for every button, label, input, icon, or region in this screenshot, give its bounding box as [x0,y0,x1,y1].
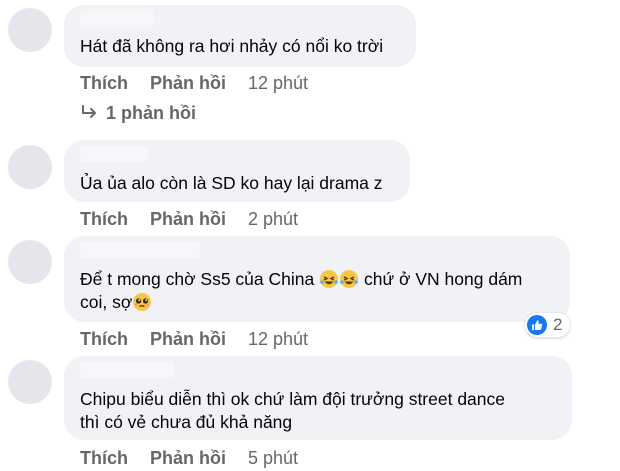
comment-actions: Thích Phản hồi 2 phút [80,207,298,231]
like-button[interactable]: Thích [80,71,128,95]
comment-actions: Thích Phản hồi 12 phút [80,71,308,95]
commenter-avatar[interactable] [8,145,52,189]
reaction-summary[interactable]: 2 [525,313,571,337]
like-reaction-icon [527,315,547,335]
like-button[interactable]: Thích [80,446,128,470]
comment-text-part: chứ ở VN hong dám [359,269,523,289]
comment-text-part: Để t mong chờ Ss5 của China [80,269,320,289]
commenter-name[interactable] [80,11,154,27]
like-button[interactable]: Thích [80,327,128,351]
comment-timestamp[interactable]: 12 phút [248,327,308,351]
comment-text-part: coi, sợ [80,292,133,312]
comment-text: Để t mong chờ Ss5 của China chứ ở VN hon… [80,268,522,314]
comment-bubble: Hát đã không ra hơi nhảy có nổi ko trời [64,5,416,67]
laughing-tears-emoji [340,270,359,288]
comment-bubble: Để t mong chờ Ss5 của China chứ ở VN hon… [64,236,570,322]
view-replies-label[interactable]: 1 phản hồi [106,103,196,124]
reply-button[interactable]: Phản hồi [150,446,226,470]
commenter-avatar[interactable] [8,8,52,52]
reply-button[interactable]: Phản hồi [150,207,226,231]
comment-actions: Thích Phản hồi 12 phút [80,327,308,351]
reply-button[interactable]: Phản hồi [150,71,226,95]
comment-actions: Thích Phản hồi 5 phút [80,446,298,470]
commenter-avatar[interactable] [8,240,52,284]
commenter-avatar[interactable] [8,360,52,404]
commenter-name[interactable] [80,362,174,378]
like-button[interactable]: Thích [80,207,128,231]
comment-bubble: Ủa ủa alo còn là SD ko hay lại drama z [64,140,410,202]
reply-arrow-icon [82,105,96,118]
reply-button[interactable]: Phản hồi [150,327,226,351]
comment-text: Ủa ủa alo còn là SD ko hay lại drama z [80,173,383,193]
pleading-face-emoji [133,293,152,311]
comment-timestamp[interactable]: 12 phút [248,71,308,95]
comment-text: Hát đã không ra hơi nhảy có nổi ko trời [80,36,384,56]
comment-timestamp[interactable]: 5 phút [248,446,298,470]
laughing-tears-emoji [320,270,339,288]
comment-timestamp[interactable]: 2 phút [248,207,298,231]
view-replies-link[interactable]: 1 phản hồi [80,101,196,125]
comment-bubble: Chipu biểu diễn thì ok chứ làm đội trưởn… [64,356,572,440]
comment-text: Chipu biểu diễn thì ok chứ làm đội trưởn… [80,389,505,432]
reaction-count: 2 [553,315,563,334]
commenter-name[interactable] [80,146,148,162]
commenter-name[interactable] [80,242,200,258]
